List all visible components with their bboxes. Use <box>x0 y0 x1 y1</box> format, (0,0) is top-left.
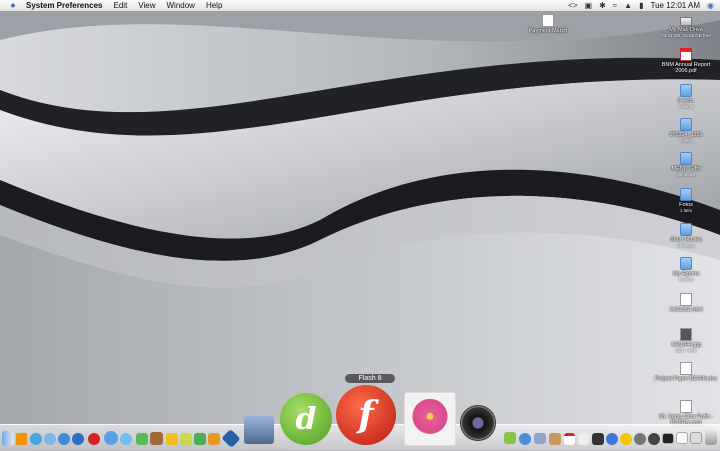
desktop-icon-my-mac-drive[interactable]: My Mac Drive 74.41 GB, 15.55 GB free <box>654 14 718 38</box>
app-w-icon[interactable] <box>180 433 192 445</box>
textedit-icon[interactable] <box>578 433 589 445</box>
address-book-icon[interactable] <box>549 433 561 445</box>
folder-icon <box>680 152 692 165</box>
folder-icon <box>680 188 692 201</box>
flower-photo-icon[interactable] <box>404 392 456 446</box>
desktop-icon-irip-egama[interactable]: Irip Egama 6 items <box>654 257 718 282</box>
menu-extras: <> ▣ ✱ ≈ ▲ ▮ Tue 12:01 AM ◉ <box>568 0 714 11</box>
window-icon[interactable] <box>534 433 546 444</box>
stopwatch-icon[interactable] <box>648 433 660 445</box>
folder-icon <box>680 84 692 97</box>
desktop-icon-fotos[interactable]: Fotos 1 item <box>654 188 718 213</box>
messenger-icon[interactable] <box>519 433 531 445</box>
ichat-icon[interactable] <box>136 433 148 445</box>
spotlight-icon[interactable]: ◉ <box>707 0 714 11</box>
itunes-icon[interactable] <box>104 431 118 445</box>
app-menu[interactable]: System Preferences <box>26 0 103 11</box>
battery-icon[interactable]: ▮ <box>639 0 643 11</box>
menu-bar: ● System Preferences Edit View Window He… <box>0 0 720 12</box>
desktop-icon-short-movies[interactable]: Short Movies 10 items <box>654 223 718 248</box>
gear-icon[interactable] <box>634 433 646 445</box>
document-stack-icon[interactable] <box>676 432 688 444</box>
desktop-icon-bnm-annual-report[interactable]: BNM Annual Report 2006.pdf <box>654 48 718 74</box>
folder-icon <box>680 223 692 236</box>
desktop-icon-menu-gifts[interactable]: MENU Gifts 28 items <box>654 152 718 177</box>
wifi-icon[interactable]: ≈ <box>613 0 617 11</box>
play-icon[interactable] <box>44 433 56 445</box>
menu-window[interactable]: Window <box>167 0 195 11</box>
document-icon <box>680 293 692 306</box>
display-icon[interactable]: ▣ <box>585 0 593 11</box>
pdf-icon <box>680 48 692 61</box>
audio-file-icon <box>680 400 692 413</box>
photo-booth-icon[interactable] <box>150 432 163 445</box>
desktop-icon-070324-1151[interactable]: 070324_1151 1 item <box>654 118 718 143</box>
desktop-icon-1421044-jpg[interactable]: 1421044.jpg 180 × 4KB <box>654 328 718 353</box>
desktop-icon-project-paper[interactable]: Project Paper BEGIN.doc <box>654 362 718 382</box>
bluetooth-icon[interactable]: ✱ <box>599 0 606 11</box>
menu-clock[interactable]: Tue 12:01 AM <box>651 0 701 11</box>
menu-help[interactable]: Help <box>206 0 222 11</box>
ie-icon[interactable] <box>606 433 618 445</box>
app-p-icon[interactable] <box>208 433 220 445</box>
dashboard-icon[interactable] <box>592 433 604 445</box>
trash-icon[interactable] <box>705 430 717 445</box>
document-icon <box>542 14 554 27</box>
finder-icon[interactable] <box>2 431 14 446</box>
app-x-icon[interactable] <box>194 433 206 445</box>
record-icon[interactable] <box>88 433 100 445</box>
folder-icon <box>680 118 692 131</box>
preview-icon[interactable] <box>244 416 274 444</box>
image-file-icon <box>680 328 692 341</box>
flash-icon[interactable]: f <box>336 385 396 445</box>
apple-menu-icon[interactable]: ● <box>8 0 18 11</box>
adium-icon[interactable] <box>620 433 632 445</box>
app-s-icon[interactable] <box>166 433 178 445</box>
desktop-icon-1421062-html[interactable]: 1421062.html <box>654 293 718 313</box>
volume-icon[interactable]: ▲ <box>624 0 632 11</box>
downloads-icon[interactable] <box>690 432 702 444</box>
desktop-icon-payment-march[interactable]: Payment March <box>516 14 580 34</box>
hard-drive-icon <box>680 17 692 26</box>
terminal-icon[interactable] <box>662 433 674 444</box>
desktop-icon-8-sem[interactable]: 8 sem. 9 items <box>654 84 718 109</box>
sync-icon[interactable]: <> <box>568 0 577 11</box>
pen-tool-icon[interactable] <box>504 432 516 444</box>
ical-icon[interactable] <box>564 433 575 445</box>
mail-icon[interactable] <box>120 433 132 445</box>
quicktime-icon[interactable] <box>30 433 42 445</box>
folder-icon <box>680 257 692 270</box>
word-document-icon <box>680 362 692 375</box>
menu-view[interactable]: View <box>138 0 155 11</box>
internet-connect-icon[interactable] <box>72 433 84 445</box>
dreamweaver-icon[interactable]: d <box>280 393 332 445</box>
vlc-icon[interactable] <box>16 433 27 445</box>
menu-edit[interactable]: Edit <box>114 0 128 11</box>
dock-hover-label: Flash 8 <box>345 374 395 383</box>
desktop-icon-kamu-citra-putih-mp3[interactable]: 06. Kamu Citra Putih - PUTRA.mp3 <box>654 400 718 426</box>
camera-icon[interactable] <box>460 405 496 441</box>
safari-icon[interactable] <box>58 433 70 445</box>
